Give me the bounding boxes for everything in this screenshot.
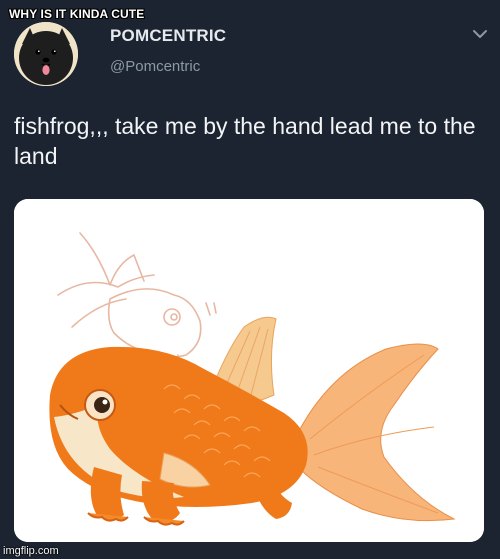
tweet-text: fishfrog,,, take me by the hand lead me …	[14, 113, 476, 169]
pomeranian-avatar-icon	[14, 22, 78, 86]
meme-caption: WHY IS IT KINDA CUTE	[9, 7, 145, 21]
imgflip-watermark: imgflip.com	[3, 545, 59, 557]
avatar[interactable]	[14, 22, 78, 86]
user-handle[interactable]: @Pomcentric	[110, 58, 200, 75]
tweet-media-image[interactable]	[14, 199, 484, 542]
display-name[interactable]: POMCENTRIC	[110, 26, 226, 46]
chevron-down-icon[interactable]	[470, 24, 490, 44]
goldfish-frog-illustration	[14, 199, 484, 542]
